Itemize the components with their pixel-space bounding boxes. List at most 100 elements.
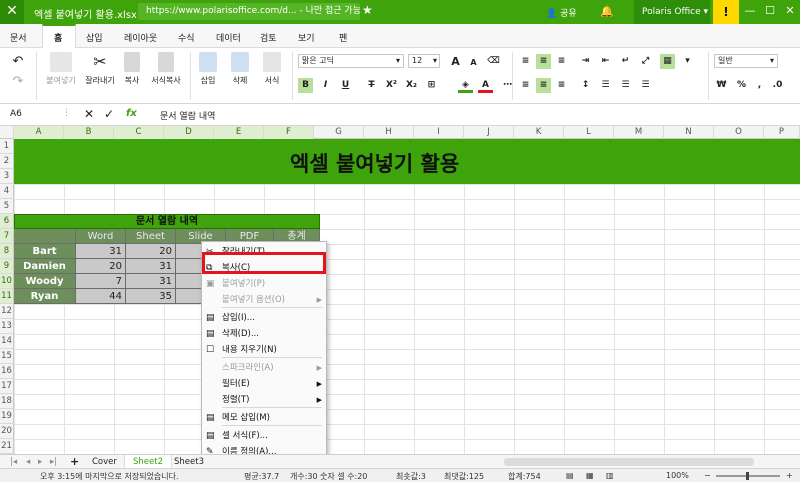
context-menu-item[interactable]: ▤ 셀 서식(F)... [202,428,326,444]
align-left-icon[interactable]: ≡ [518,78,533,93]
minimize-icon[interactable]: — [740,0,760,24]
row-header-10[interactable]: 10 [0,274,14,289]
column-header-m[interactable]: M [614,126,664,139]
border-icon[interactable]: ⊞ [424,78,439,93]
row-header-6[interactable]: 6 [0,214,14,229]
row-header-2[interactable]: 2 [0,154,14,169]
spacing-icon[interactable]: ☰ [638,78,653,93]
column-header-o[interactable]: O [714,126,764,139]
row-header-16[interactable]: 16 [0,364,14,379]
font-name-select[interactable]: 맑은 고딕 ▾ [298,54,404,68]
context-menu-item[interactable]: 정렬(T) ▶ [202,392,326,408]
paste-button[interactable]: 붙여넣기 [42,52,80,86]
row-header-3[interactable]: 3 [0,169,14,184]
justify-icon[interactable]: ☰ [618,78,633,93]
share-button[interactable]: 👤 공유 [546,6,577,19]
table-header-corner[interactable] [14,229,76,244]
column-header-k[interactable]: K [514,126,564,139]
row-header-21[interactable]: 21 [0,439,14,454]
sheet-tab-sheet3[interactable]: Sheet3 [166,455,212,469]
bell-icon[interactable]: 🔔 [600,5,614,18]
row-header-20[interactable]: 20 [0,424,14,439]
align-middle-icon[interactable]: ≡ [536,54,551,69]
confirm-icon[interactable]: ✓ [104,107,114,121]
menu-view[interactable]: 보기 [298,31,315,44]
select-all-button[interactable] [0,126,14,139]
undo-icon[interactable]: ↶ [10,54,26,69]
table-cell-word[interactable]: 44 [76,289,126,304]
context-menu-item[interactable]: ▣ 붙여넣기(P) [202,276,326,292]
percent-icon[interactable]: % [734,78,749,93]
menu-document[interactable]: 문서 [10,31,27,44]
row-header-11[interactable]: 11 [0,289,14,304]
table-cell-word[interactable]: 20 [76,259,126,274]
clear-format-icon[interactable]: ⌫ [486,54,501,69]
delete-cells-button[interactable]: 삭제 [226,52,254,86]
column-header-e[interactable]: E [214,126,264,139]
comma-icon[interactable]: , [752,78,767,93]
table-cell-sheet[interactable]: 31 [126,259,176,274]
insert-cells-button[interactable]: 삽입 [194,52,222,86]
zoom-out-icon[interactable]: − [704,471,711,480]
font-color-icon[interactable]: A [478,78,493,93]
subscript-button[interactable]: X₂ [404,78,419,93]
sheet-tab-sheet2[interactable]: Sheet2 [124,455,172,469]
wrap-text-icon[interactable]: ↵ [618,54,633,69]
horizontal-scrollbar[interactable] [504,458,754,466]
account-menu[interactable]: Polaris Office ▾ [634,0,710,24]
menu-layout[interactable]: 레이아웃 [124,31,157,44]
merge-dropdown-icon[interactable]: ▾ [680,54,695,69]
row-header-19[interactable]: 19 [0,409,14,424]
more-icon[interactable]: ⋮ [62,108,71,118]
row-header-1[interactable]: 1 [0,139,14,154]
table-cell-sheet[interactable]: 20 [126,244,176,259]
page-break-view-icon[interactable]: ▥ [606,471,614,480]
row-header-8[interactable]: 8 [0,244,14,259]
document-url[interactable]: https://www.polarisoffice.com/d... - 나만 … [138,3,360,20]
column-header-c[interactable]: C [114,126,164,139]
row-header-14[interactable]: 14 [0,334,14,349]
normal-view-icon[interactable]: ▤ [566,471,574,480]
redo-icon[interactable]: ↷ [10,74,26,89]
table-cell-sheet[interactable]: 31 [126,274,176,289]
close-icon[interactable]: ✕ [780,0,800,24]
distribute-icon[interactable]: ☰ [598,78,613,93]
app-logo-icon[interactable]: ✕ [0,0,24,24]
row-header-7[interactable]: 7 [0,229,14,244]
number-format-select[interactable]: 일반 ▾ [714,54,778,68]
table-header-cell[interactable]: Sheet [126,229,176,244]
format-cells-button[interactable]: 서식 [258,52,286,86]
superscript-button[interactable]: X² [384,78,399,93]
merge-cells-icon[interactable]: ▦ [660,54,675,69]
row-header-4[interactable]: 4 [0,184,14,199]
align-top-icon[interactable]: ≡ [518,54,533,69]
sheet-tab-cover[interactable]: Cover [84,455,125,469]
column-header-g[interactable]: G [314,126,364,139]
maximize-icon[interactable]: ☐ [760,0,780,24]
column-header-a[interactable]: A [14,126,64,139]
align-right-icon[interactable]: ≡ [554,78,569,93]
menu-data[interactable]: 데이터 [216,31,241,44]
context-menu-item[interactable]: 필터(E) ▶ [202,376,326,392]
zoom-level[interactable]: 100% [666,471,689,480]
context-menu-item[interactable]: 스파크라인(A) ▶ [202,360,326,376]
table-cell-word[interactable]: 7 [76,274,126,289]
indent-icon[interactable]: ⇥ [578,54,593,69]
column-header-j[interactable]: J [464,126,514,139]
copy-button[interactable]: 복사 [118,52,146,86]
cancel-icon[interactable]: ✕ [84,107,94,121]
zoom-slider[interactable] [716,472,780,480]
formula-input[interactable]: 문서 열람 내역 [160,109,215,122]
table-title[interactable]: 문서 열람 내역 [14,214,320,229]
table-cell-sheet[interactable]: 35 [126,289,176,304]
table-cell-word[interactable]: 31 [76,244,126,259]
currency-icon[interactable]: ₩ [714,78,729,93]
format-painter-button[interactable]: 서식복사 [146,52,186,86]
column-header-d[interactable]: D [164,126,214,139]
font-size-select[interactable]: 12 ▾ [408,54,440,68]
table-row-name[interactable]: Ryan [14,289,76,304]
bold-button[interactable]: B [298,78,313,93]
menu-review[interactable]: 검토 [260,31,277,44]
cut-button[interactable]: ✂ 잘라내기 [80,52,120,86]
align-center-icon[interactable]: ≡ [536,78,551,93]
